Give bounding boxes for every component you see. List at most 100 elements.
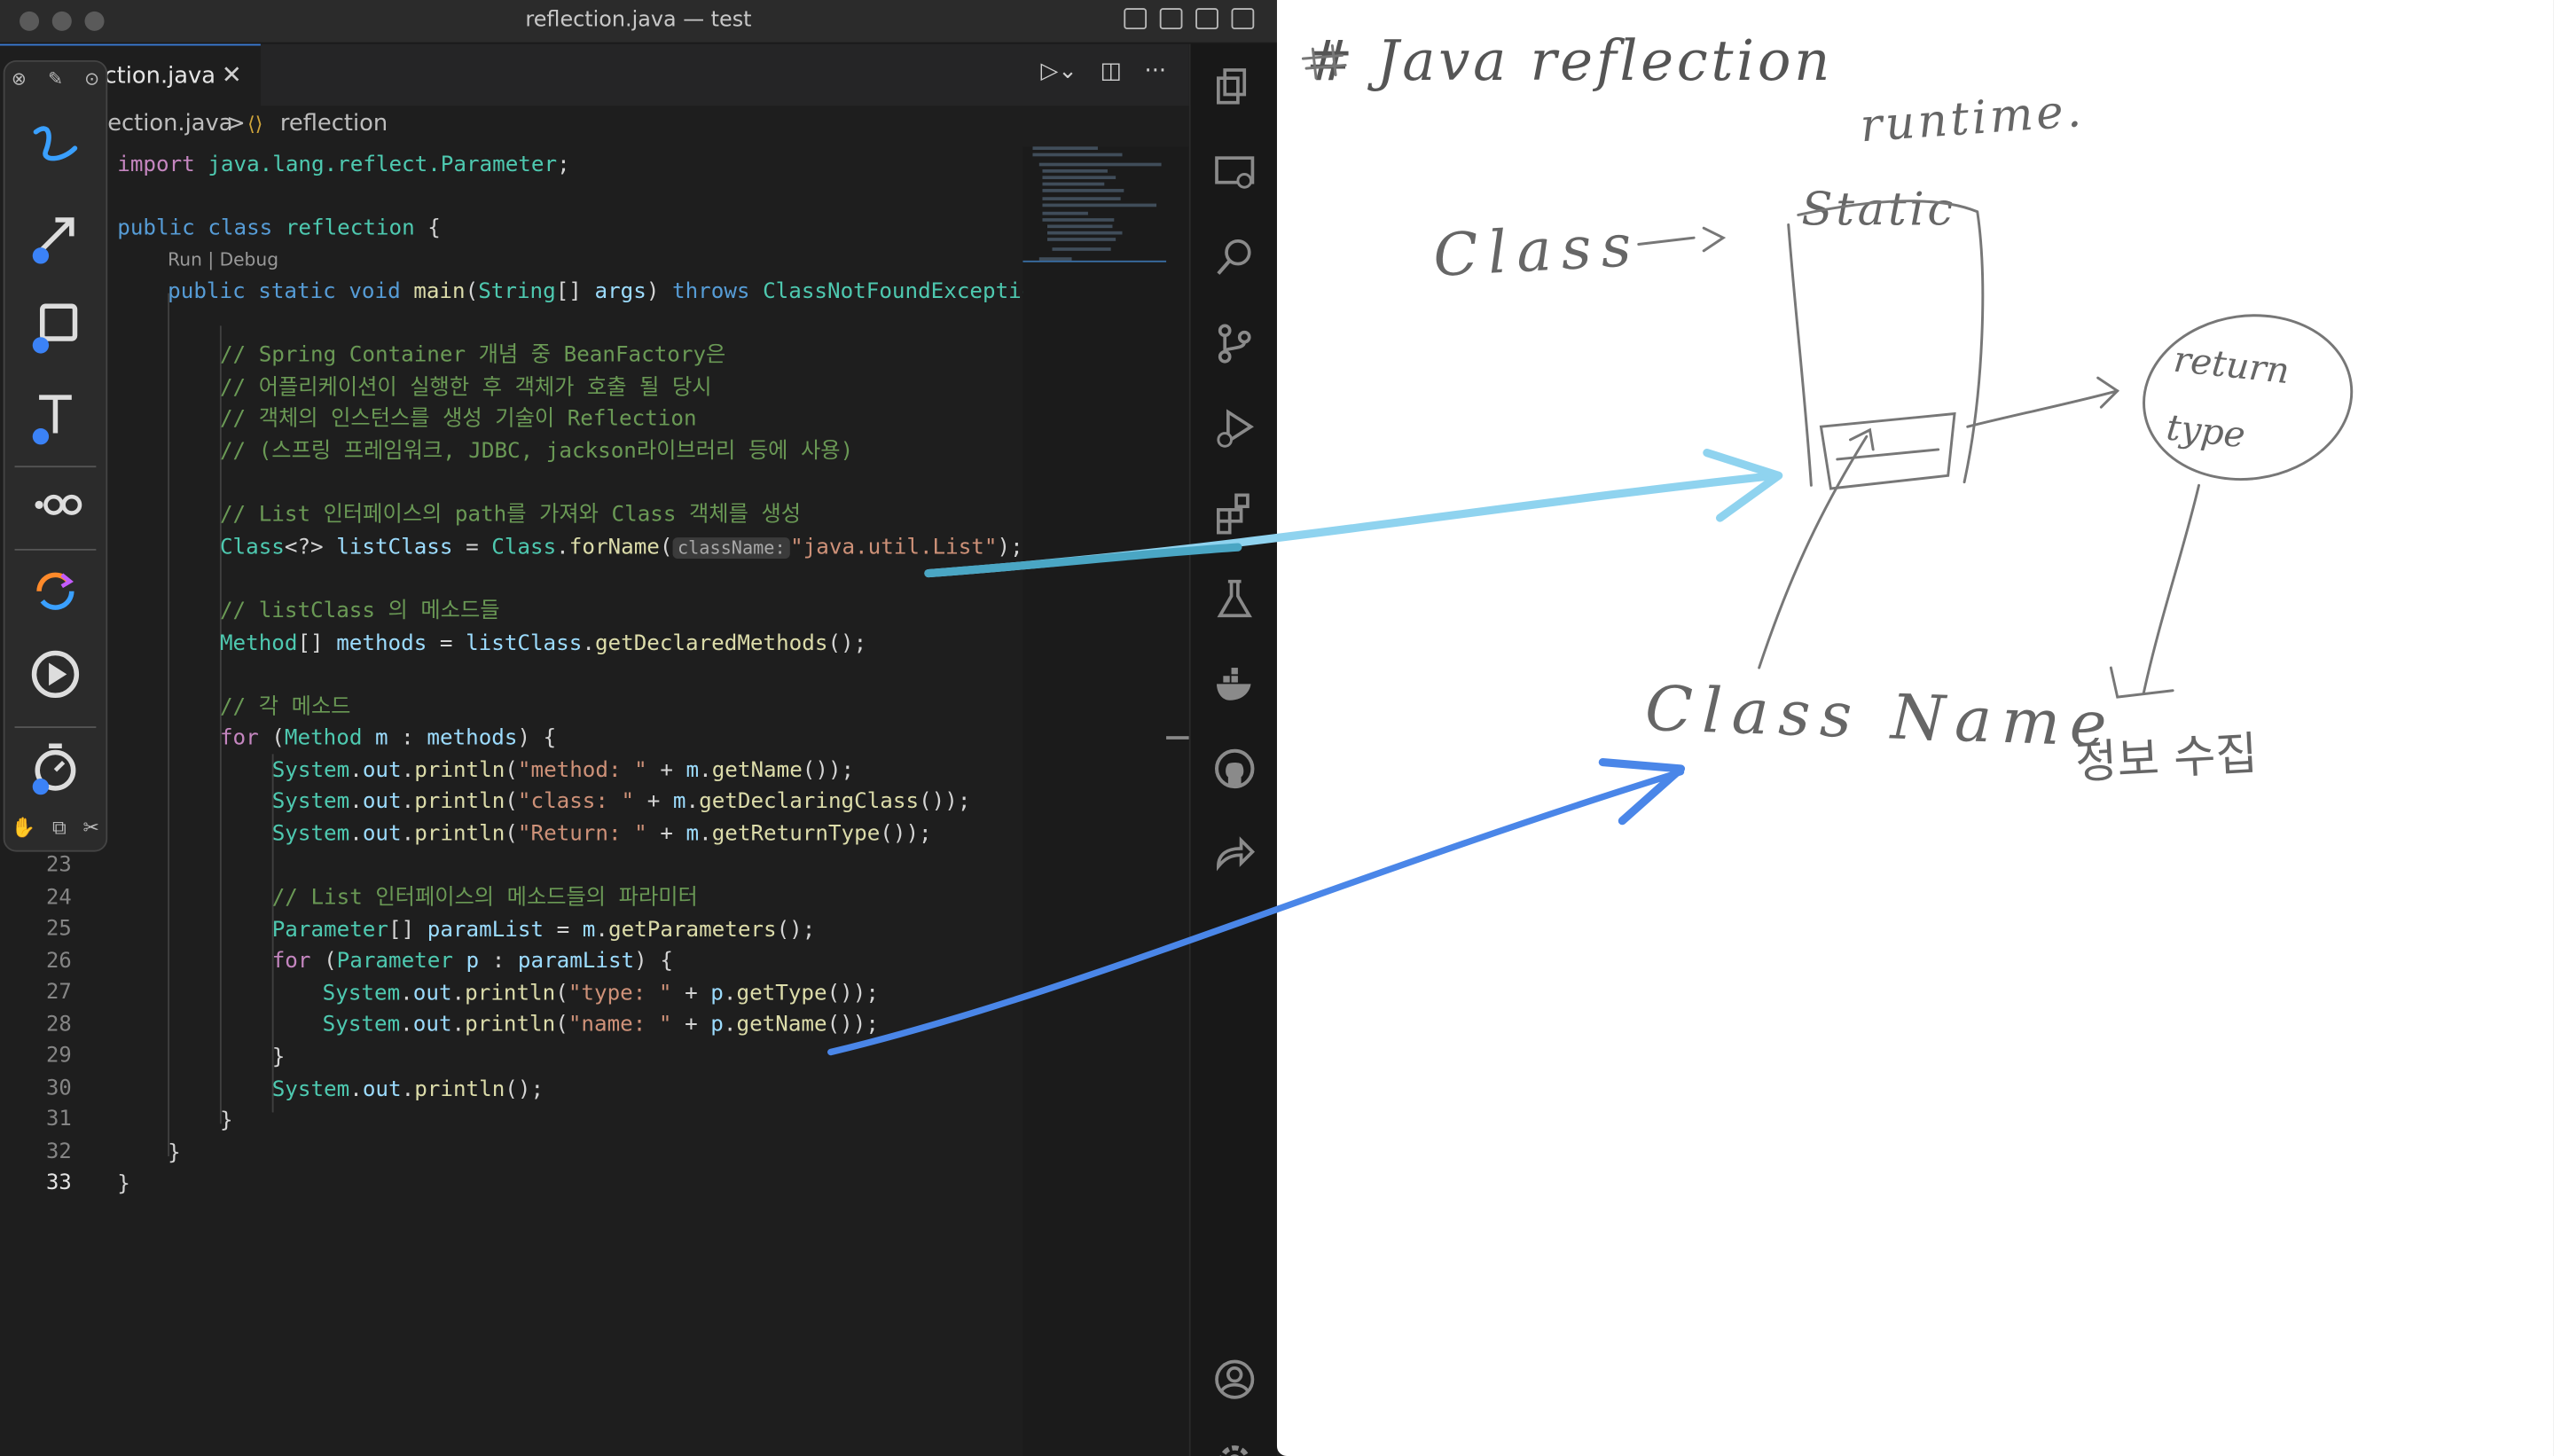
code-line: System.out.println("class: " + m.getDecl… <box>271 789 971 815</box>
pin-icon[interactable]: ✎ <box>48 68 63 91</box>
code-comment: // listClass 의 메소드들 <box>219 599 500 624</box>
code-comment: // (스프링 프레임워크, JDBC, jackson라이브러리 등에 사용) <box>219 439 854 465</box>
code-line: } <box>117 1172 130 1197</box>
toggle-secondary-sidebar-icon[interactable] <box>1195 8 1218 30</box>
code-line: Method[] methods = listClass.getDeclared… <box>219 631 867 657</box>
inlay-hint: className: <box>672 537 791 559</box>
breadcrumb-separator: > <box>226 110 246 137</box>
close-toolbar-icon[interactable]: ⊗ <box>12 68 27 91</box>
hand-icon[interactable]: ✋ <box>12 816 35 839</box>
whiteboard[interactable]: # Java reflection runtime. Class Static … <box>1276 0 2554 1456</box>
codelens-run-debug[interactable]: Run | Debug <box>168 249 278 270</box>
whiteboard-class-name: Class Name <box>1643 672 2118 761</box>
minimap-line <box>1042 211 1088 215</box>
toggle-sidebar-icon[interactable] <box>1124 8 1148 30</box>
code-line: Class<?> listClass = Class.forName(class… <box>219 536 1023 560</box>
rectangle-tool-icon[interactable] <box>26 296 84 355</box>
line-number: 31 <box>46 1107 72 1132</box>
github-icon[interactable] <box>1212 746 1257 791</box>
crop-icon[interactable]: ⧉ <box>52 816 67 839</box>
pen-tool-icon[interactable] <box>26 115 84 174</box>
minimap-line <box>1042 203 1157 207</box>
line-number: 32 <box>46 1139 72 1165</box>
tab-label: ction.java <box>104 63 216 90</box>
code-line: public static void main(String[] args) t… <box>168 279 1023 305</box>
explorer-icon[interactable] <box>1212 64 1257 109</box>
code-comment: // 각 메소드 <box>219 695 351 720</box>
minimap-line <box>1032 146 1098 150</box>
line-number: 25 <box>46 917 72 942</box>
breadcrumb-file[interactable]: ection.java <box>107 111 232 137</box>
code-editor[interactable]: import java.lang.reflect.Parameter; publ… <box>117 146 1022 1456</box>
minimap-viewport <box>1022 260 1167 262</box>
refresh-tool-icon[interactable] <box>26 562 84 621</box>
line-number: 26 <box>46 949 72 975</box>
whiteboard-return-type: return type <box>2164 340 2292 458</box>
tab-close-icon[interactable]: ✕ <box>222 60 242 90</box>
whiteboard-runtime: runtime. <box>1858 83 2087 153</box>
vscode-window: reflection.java — test ction.java ✕ ▷⌄ ◫… <box>0 0 1277 1456</box>
search-icon[interactable] <box>1212 234 1257 279</box>
minimap-line <box>1042 197 1121 200</box>
indent-guide <box>168 293 170 1157</box>
code-line: } <box>271 1045 286 1070</box>
live-share-icon[interactable] <box>1212 831 1257 876</box>
toolbar-divider <box>14 548 97 551</box>
editor-tab-bar: ction.java ✕ ▷⌄ ◫ ··· <box>0 43 1189 106</box>
minimap-line <box>1038 162 1162 167</box>
symbol-icon: ⟨⟩ <box>247 112 263 136</box>
breadcrumb: ection.java > ⟨⟩ reflection <box>0 107 1189 143</box>
code-line: for (Method m : methods) { <box>219 726 557 751</box>
minimap-line <box>1042 176 1116 180</box>
more-actions-icon[interactable]: ··· <box>1145 59 1167 84</box>
minimap-line <box>1046 231 1123 235</box>
code-line: Parameter[] paramList = m.getParameters(… <box>271 918 816 943</box>
run-debug-icon[interactable] <box>1212 405 1257 450</box>
minimap-line <box>1052 247 1111 251</box>
code-line: for (Parameter p : paramList) { <box>271 949 673 975</box>
code-line: } <box>219 1108 233 1134</box>
title-bar: reflection.java — test <box>0 0 1277 44</box>
toggle-panel-icon[interactable] <box>1159 8 1183 30</box>
toolbar-divider <box>14 466 97 468</box>
minimap-line <box>1046 224 1113 229</box>
run-icon[interactable]: ▷⌄ <box>1040 59 1077 84</box>
line-number-active: 33 <box>46 1170 72 1196</box>
window-title: reflection.java — test <box>525 8 752 33</box>
layout-controls <box>1124 8 1255 30</box>
docker-icon[interactable] <box>1212 661 1257 707</box>
source-control-icon[interactable] <box>1212 321 1257 366</box>
code-comment: // 객체의 인스턴스를 생성 기술이 Reflection <box>219 407 697 432</box>
extensions-icon[interactable] <box>1212 490 1257 536</box>
editor-actions: ▷⌄ ◫ ··· <box>1040 59 1166 84</box>
text-tool-icon[interactable] <box>26 387 84 446</box>
more-icon[interactable]: ⊙ <box>84 68 99 91</box>
code-line: System.out.println("method: " + m.getNam… <box>271 758 855 784</box>
code-line: System.out.println("type: " + p.getType(… <box>322 982 879 1007</box>
scissors-icon[interactable]: ✂ <box>83 816 99 839</box>
minimap[interactable] <box>1022 146 1189 1456</box>
timer-icon[interactable] <box>26 738 84 796</box>
manage-gear-icon[interactable] <box>1212 1438 1257 1456</box>
arrow-tool-icon[interactable] <box>26 207 84 265</box>
code-comment: // List 인터페이스의 path를 가져와 Class 객체를 생성 <box>219 503 802 528</box>
testing-icon[interactable] <box>1212 576 1257 622</box>
remote-explorer-icon[interactable] <box>1212 150 1257 195</box>
annotation-toolbar: ⊗ ✎ ⊙ ✋ ⧉ ✂ <box>3 59 108 852</box>
code-line: import java.lang.reflect.Parameter; <box>117 153 570 178</box>
code-comment: // Spring Container 개념 중 BeanFactory은 <box>219 343 726 369</box>
line-number: 23 <box>46 853 72 878</box>
minimap-line <box>1042 189 1124 192</box>
line-number: 28 <box>46 1013 72 1037</box>
breadcrumb-symbol[interactable]: reflection <box>280 111 388 137</box>
code-line: } <box>168 1141 181 1167</box>
split-editor-icon[interactable]: ◫ <box>1101 59 1122 84</box>
code-line: System.out.println("Return: " + m.getRet… <box>271 822 932 848</box>
accounts-icon[interactable] <box>1212 1357 1257 1402</box>
customize-layout-icon[interactable] <box>1231 8 1255 30</box>
toolbar-footer: ✋ ⧉ ✂ <box>12 816 99 839</box>
whiteboard-title: # Java reflection <box>1306 29 1834 95</box>
play-recording-icon[interactable] <box>26 645 84 703</box>
spotlight-tool-icon[interactable] <box>26 475 84 534</box>
minimap-line <box>1042 218 1115 222</box>
